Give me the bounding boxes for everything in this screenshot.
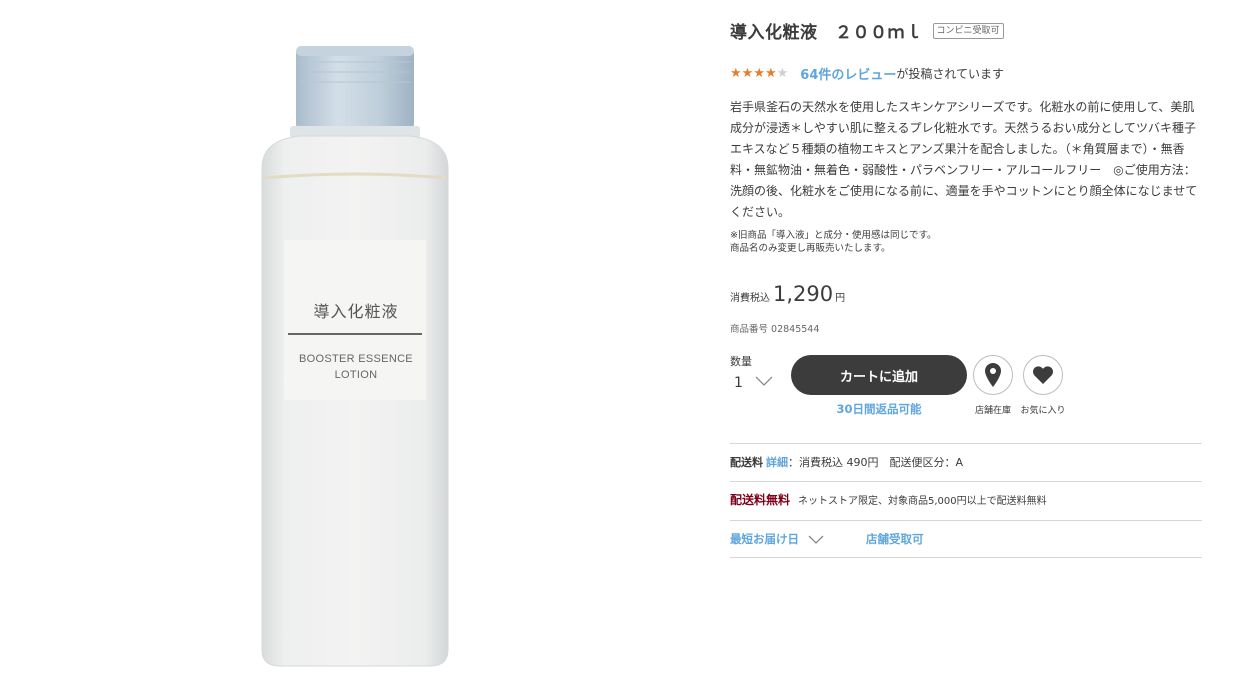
add-to-cart-button[interactable]: カートに追加	[791, 355, 967, 395]
free-shipping-row: 配送料無料 ネットストア限定、対象商品5,000円以上で配送料無料	[730, 491, 1047, 508]
quantity-select[interactable]: 1	[730, 372, 776, 394]
price-value: 1,290	[773, 282, 834, 306]
free-shipping-desc: ネットストア限定、対象商品5,000円以上で配送料無料	[798, 496, 1047, 507]
return-policy-note: 30日間返品可能	[836, 402, 922, 416]
product-title: 導入化粧液 ２００ｍｌ	[730, 23, 923, 43]
quantity-value: 1	[734, 375, 743, 391]
chevron-down-icon	[755, 376, 773, 386]
heart-icon	[1033, 366, 1053, 384]
star-icon: ★	[776, 65, 789, 81]
map-pin-icon	[985, 363, 1001, 387]
shipping-fee-row: 配送料 詳細：消費税込 490円 配送便区分：A	[730, 454, 963, 470]
divider	[730, 481, 1202, 482]
star-icon: ★	[730, 65, 742, 81]
earliest-delivery-link[interactable]: 最短お届け日	[730, 531, 799, 547]
favorite-button[interactable]	[1023, 355, 1063, 395]
chevron-down-icon	[808, 535, 824, 544]
price-unit: 円	[835, 293, 846, 304]
bottle-label-line2: LOTION	[334, 369, 378, 381]
product-description: 岩手県釜石の天然水を使用したスキンケアシリーズです。化粧水の前に使用して、美肌成…	[730, 100, 1198, 219]
note-line: 商品名のみ変更し再販売いたします。	[730, 243, 891, 254]
divider	[730, 443, 1202, 444]
product-note: ※旧商品「導入液」と成分・使用感は同じです。 商品名のみ変更し再販売いたします。	[730, 229, 1202, 255]
rating-row: ★ ★ ★ ★ ★ 64件のレビュー が投稿されています	[730, 64, 1005, 84]
shipping-fee-text: ：消費税込 490円 配送便区分：A	[788, 456, 964, 469]
earliest-delivery-toggle[interactable]: 最短お届け日	[730, 531, 825, 547]
bottle-label-line1: BOOSTER ESSENCE	[299, 353, 413, 365]
divider	[730, 520, 1202, 521]
convenience-pickup-badge: コンビニ受取可	[932, 22, 1004, 39]
review-count-link[interactable]: 64件のレビュー	[800, 64, 896, 83]
bottle-label-title: 導入化粧液	[313, 302, 399, 321]
star-icon: ★	[764, 65, 777, 81]
quantity-label: 数量	[730, 355, 752, 368]
store-pickup-link[interactable]: 店舗受取可	[866, 531, 924, 547]
note-line: ※旧商品「導入液」と成分・使用感は同じです。	[730, 230, 937, 241]
store-stock-button[interactable]	[973, 355, 1013, 395]
title-row: 導入化粧液 ２００ｍｌ コンビニ受取可	[730, 18, 1004, 43]
star-icon: ★	[741, 65, 754, 81]
shipping-fee-label: 配送料	[730, 456, 763, 469]
product-number: 商品番号 02845544	[730, 324, 820, 335]
divider	[730, 557, 1202, 558]
free-shipping-label: 配送料無料	[730, 493, 791, 507]
price-row: 消費税込 1,290 円	[730, 282, 845, 306]
favorite-caption: お気に入り	[1020, 406, 1066, 416]
price-tax-label: 消費税込	[730, 293, 770, 304]
rating-stars: ★ ★ ★ ★ ★	[730, 66, 788, 82]
shipping-detail-link[interactable]: 詳細	[766, 456, 788, 469]
bottle-image	[261, 46, 449, 667]
review-suffix: が投稿されています	[896, 67, 1005, 81]
product-image: 導入化粧液 BOOSTER ESSENCE LOTION	[0, 0, 715, 683]
star-icon: ★	[753, 65, 765, 81]
